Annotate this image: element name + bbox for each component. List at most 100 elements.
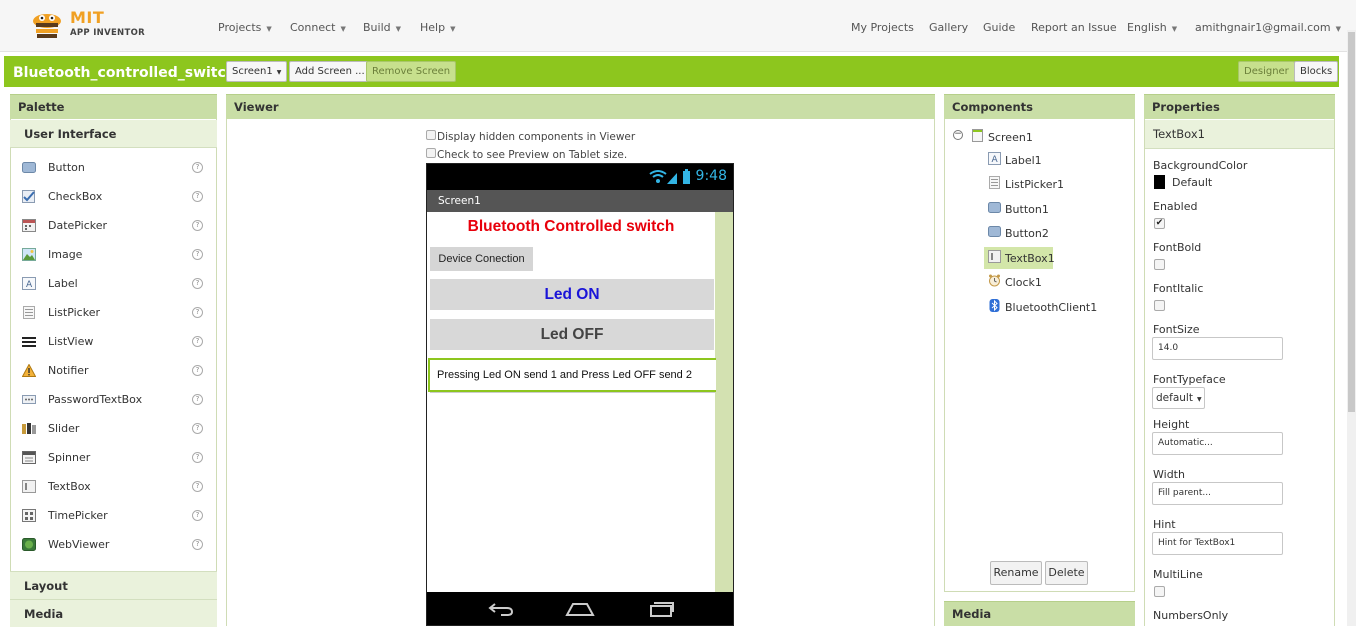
palette-item-label: Label [48,277,78,290]
nav-gallery-link[interactable]: Gallery [929,21,968,34]
help-icon[interactable]: ? [192,220,203,231]
prop-hint-input[interactable]: Hint for TextBox1 [1152,532,1283,555]
page-scrollbar[interactable] [1347,30,1356,626]
help-icon[interactable]: ? [192,394,203,405]
component-label: Screen1 [988,131,1033,144]
nav-connect-menu[interactable]: Connect ▼ [290,21,346,34]
palette-item-label: ListPicker [48,306,100,319]
palette-item-webviewer[interactable]: WebViewer ? [18,535,208,555]
add-screen-button[interactable]: Add Screen ... [289,61,371,82]
blocks-button[interactable]: Blocks [1294,61,1339,82]
prop-backgroundcolor-label: BackgroundColor [1153,159,1248,172]
palette-item-button[interactable]: Button ? [18,158,208,178]
rename-button[interactable]: Rename [990,561,1042,585]
listpicker-icon [23,306,35,319]
help-icon[interactable]: ? [192,307,203,318]
listview-icon [22,337,36,347]
nav-guide-link[interactable]: Guide [983,21,1015,34]
led-off-button[interactable]: Led OFF [430,319,714,350]
label-icon: A [988,152,1001,165]
prop-backgroundcolor-value[interactable]: Default [1172,176,1212,189]
prop-height-input[interactable]: Automatic... [1152,432,1283,455]
prop-fontitalic-checkbox[interactable] [1154,300,1165,311]
app-inventor-logo[interactable]: MIT APP INVENTOR [30,8,150,43]
tablet-preview-checkbox[interactable] [426,148,436,158]
collapse-icon[interactable]: − [953,130,963,140]
textbox-icon [22,480,36,493]
display-hidden-checkbox[interactable] [426,130,436,140]
nav-my-projects-link[interactable]: My Projects [851,21,914,34]
led-on-button[interactable]: Led ON [430,279,714,310]
help-icon[interactable]: ? [192,510,203,521]
recent-apps-icon[interactable] [647,601,675,617]
remove-screen-button[interactable]: Remove Screen [366,61,457,82]
media-header[interactable]: Media [944,601,1135,626]
help-icon[interactable]: ? [192,452,203,463]
help-icon[interactable]: ? [192,481,203,492]
palette-item-listpicker[interactable]: ListPicker ? [18,303,208,323]
nav-language-menu[interactable]: English ▼ [1127,21,1177,34]
palette-item-timepicker[interactable]: TimePicker ? [18,506,208,526]
nav-user-menu[interactable]: amithgnair1@gmail.com ▼ [1195,21,1341,34]
prop-fontbold-checkbox[interactable] [1154,259,1165,270]
palette-item-passwordtextbox[interactable]: PasswordTextBox ? [18,390,208,410]
user-email: amithgnair1@gmail.com [1195,21,1331,34]
nav-report-issue-link[interactable]: Report an Issue [1031,21,1117,34]
nav-projects-menu[interactable]: Projects ▼ [218,21,272,34]
phone-preview: 9:48 Screen1 Bluetooth Controlled switch… [426,163,734,626]
help-icon[interactable]: ? [192,162,203,173]
help-icon[interactable]: ? [192,423,203,434]
component-label: Button1 [1005,203,1049,216]
prop-width-input[interactable]: Fill parent... [1152,482,1283,505]
help-icon[interactable]: ? [192,365,203,376]
textbox1-selected[interactable]: Pressing Led ON send 1 and Press Led OFF… [428,358,716,392]
prop-fonttypeface-select[interactable]: default ▼ [1152,387,1205,409]
palette-category-layout[interactable]: Layout [10,571,217,599]
designer-button[interactable]: Designer [1238,61,1295,82]
help-icon[interactable]: ? [192,249,203,260]
app-title-label[interactable]: Bluetooth Controlled switch [427,218,715,236]
palette-item-checkbox[interactable]: CheckBox ? [18,187,208,207]
calendar-icon [22,219,36,232]
palette-item-label[interactable]: A Label ? [18,274,208,294]
warning-icon [22,364,36,377]
palette-item-textbox[interactable]: TextBox ? [18,477,208,497]
help-icon[interactable]: ? [192,191,203,202]
chevron-down-icon: ▼ [1171,25,1178,33]
palette-category-media[interactable]: Media [10,599,217,627]
nav-build-label: Build [363,21,391,34]
device-connection-listpicker[interactable]: Device Conection [430,247,533,271]
component-label: ListPicker1 [1005,178,1064,191]
help-icon[interactable]: ? [192,539,203,550]
palette-category-user-interface[interactable]: User Interface [10,120,217,148]
prop-enabled-checkbox[interactable]: ✔ [1154,218,1165,229]
palette-item-spinner[interactable]: Spinner ? [18,448,208,468]
palette-header: Palette [10,94,217,119]
prop-fontsize-label: FontSize [1153,323,1200,336]
palette-item-notifier[interactable]: Notifier ? [18,361,208,381]
screen-selector[interactable]: Screen1 ▼ [226,61,288,82]
language-label: English [1127,21,1167,34]
palette-item-slider[interactable]: Slider ? [18,419,208,439]
help-icon[interactable]: ? [192,278,203,289]
chevron-down-icon: ▼ [266,25,272,33]
svg-text:A: A [992,155,999,165]
delete-button[interactable]: Delete [1045,561,1088,585]
palette-item-listview[interactable]: ListView ? [18,332,208,352]
palette-item-label: Slider [48,422,80,435]
bee-logo-icon [33,14,61,38]
back-icon[interactable] [487,601,515,617]
nav-help-menu[interactable]: Help ▼ [420,21,455,34]
nav-build-menu[interactable]: Build ▼ [363,21,401,34]
help-icon[interactable]: ? [192,336,203,347]
palette-item-label: ListView [48,335,94,348]
prop-fontsize-input[interactable]: 14.0 [1152,337,1283,360]
home-icon[interactable] [565,601,595,617]
phone-status-bar: 9:48 [427,164,733,190]
prop-height-label: Height [1153,418,1190,431]
palette-item-datepicker[interactable]: DatePicker ? [18,216,208,236]
prop-multiline-checkbox[interactable] [1154,586,1165,597]
palette-item-image[interactable]: Image ? [18,245,208,265]
color-swatch[interactable] [1154,175,1165,189]
scrollbar-thumb[interactable] [1348,32,1355,412]
